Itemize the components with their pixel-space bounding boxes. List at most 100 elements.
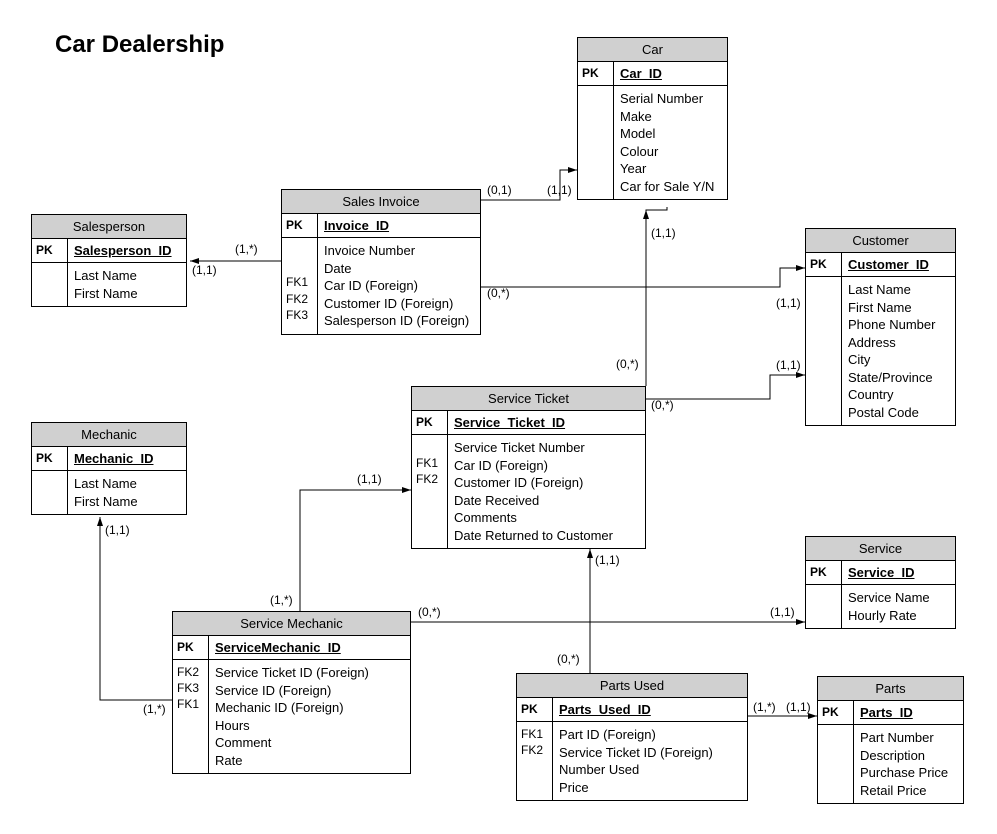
cardinality: (1,1) bbox=[547, 183, 572, 197]
attr: Service Ticket ID (Foreign) bbox=[215, 664, 404, 682]
attr: Retail Price bbox=[860, 782, 957, 800]
pk-label: PK bbox=[173, 636, 209, 659]
pk-label: PK bbox=[806, 561, 842, 584]
pk-field: ServiceMechanic_ID bbox=[209, 636, 410, 659]
attr: Description bbox=[860, 747, 957, 765]
fk-label: FK2 bbox=[416, 471, 443, 487]
attr: Colour bbox=[620, 143, 721, 161]
pk-label: PK bbox=[578, 62, 614, 85]
entity-header: Car bbox=[578, 38, 727, 62]
attr: Date Received bbox=[454, 492, 639, 510]
attr: Car for Sale Y/N bbox=[620, 178, 721, 196]
attr: Last Name bbox=[74, 267, 180, 285]
entity-parts: Parts PK Parts_ID Part Number Descriptio… bbox=[817, 676, 964, 804]
cardinality: (1,1) bbox=[770, 605, 795, 619]
pk-field: Parts_ID bbox=[854, 701, 963, 724]
cardinality: (1,1) bbox=[651, 226, 676, 240]
fk-label: FK1 bbox=[416, 455, 443, 471]
cardinality: (1,1) bbox=[786, 700, 811, 714]
attr: Date bbox=[324, 260, 474, 278]
entity-header: Customer bbox=[806, 229, 955, 253]
attr: Car ID (Foreign) bbox=[324, 277, 474, 295]
attr: Address bbox=[848, 334, 949, 352]
fk-label: FK2 bbox=[286, 291, 313, 307]
attr: Model bbox=[620, 125, 721, 143]
attr: Car ID (Foreign) bbox=[454, 457, 639, 475]
attr: Part ID (Foreign) bbox=[559, 726, 741, 744]
attr: Number Used bbox=[559, 761, 741, 779]
pk-label: PK bbox=[806, 253, 842, 276]
entity-header: Salesperson bbox=[32, 215, 186, 239]
attr: Phone Number bbox=[848, 316, 949, 334]
attr: Salesperson ID (Foreign) bbox=[324, 312, 474, 330]
pk-label: PK bbox=[818, 701, 854, 724]
attr: Make bbox=[620, 108, 721, 126]
pk-label: PK bbox=[282, 214, 318, 237]
entity-header: Service bbox=[806, 537, 955, 561]
pk-field: Service_ID bbox=[842, 561, 955, 584]
attr: First Name bbox=[848, 299, 949, 317]
entity-header: Service Mechanic bbox=[173, 612, 410, 636]
entity-sales-invoice: Sales Invoice PK Invoice_ID FK1 FK2 FK3 … bbox=[281, 189, 481, 335]
attr: Hourly Rate bbox=[848, 607, 949, 625]
attr: Price bbox=[559, 779, 741, 797]
entity-salesperson: Salesperson PK Salesperson_ID Last Name … bbox=[31, 214, 187, 307]
attr: Comments bbox=[454, 509, 639, 527]
attr: Mechanic ID (Foreign) bbox=[215, 699, 404, 717]
pk-field: Mechanic_ID bbox=[68, 447, 186, 470]
cardinality: (1,1) bbox=[776, 358, 801, 372]
attr: Part Number bbox=[860, 729, 957, 747]
attr: Purchase Price bbox=[860, 764, 957, 782]
cardinality: (1,*) bbox=[270, 593, 293, 607]
cardinality: (1,*) bbox=[235, 242, 258, 256]
pk-field: Invoice_ID bbox=[318, 214, 480, 237]
pk-label: PK bbox=[517, 698, 553, 721]
cardinality: (0,*) bbox=[418, 605, 441, 619]
attr: Service ID (Foreign) bbox=[215, 682, 404, 700]
pk-field: Customer_ID bbox=[842, 253, 955, 276]
attr: Date Returned to Customer bbox=[454, 527, 639, 545]
cardinality: (1,*) bbox=[143, 702, 166, 716]
attr: Service Ticket ID (Foreign) bbox=[559, 744, 741, 762]
fk-label: FK2 bbox=[177, 664, 204, 680]
cardinality: (1,1) bbox=[105, 523, 130, 537]
entity-header: Mechanic bbox=[32, 423, 186, 447]
diagram-title: Car Dealership bbox=[55, 31, 224, 59]
entity-header: Sales Invoice bbox=[282, 190, 480, 214]
cardinality: (1,1) bbox=[192, 263, 217, 277]
attr: Hours bbox=[215, 717, 404, 735]
attr: Comment bbox=[215, 734, 404, 752]
attr: Last Name bbox=[848, 281, 949, 299]
cardinality: (1,*) bbox=[753, 700, 776, 714]
fk-label: FK2 bbox=[521, 742, 548, 758]
attr: First Name bbox=[74, 493, 180, 511]
attr: Customer ID (Foreign) bbox=[454, 474, 639, 492]
attr: Country bbox=[848, 386, 949, 404]
cardinality: (0,1) bbox=[487, 183, 512, 197]
entity-service-mechanic: Service Mechanic PK ServiceMechanic_ID F… bbox=[172, 611, 411, 774]
attr: Invoice Number bbox=[324, 242, 474, 260]
pk-field: Salesperson_ID bbox=[68, 239, 186, 262]
attr: Rate bbox=[215, 752, 404, 770]
pk-label: PK bbox=[32, 447, 68, 470]
cardinality: (0,*) bbox=[557, 652, 580, 666]
entity-header: Parts bbox=[818, 677, 963, 701]
entity-car: Car PK Car_ID Serial Number Make Model C… bbox=[577, 37, 728, 200]
pk-label: PK bbox=[32, 239, 68, 262]
entity-customer: Customer PK Customer_ID Last Name First … bbox=[805, 228, 956, 426]
fk-label: FK3 bbox=[286, 307, 313, 323]
pk-label: PK bbox=[412, 411, 448, 434]
cardinality: (0,*) bbox=[651, 398, 674, 412]
attr: Year bbox=[620, 160, 721, 178]
attr: Customer ID (Foreign) bbox=[324, 295, 474, 313]
pk-field: Parts_Used_ID bbox=[553, 698, 747, 721]
cardinality: (1,1) bbox=[357, 472, 382, 486]
pk-field: Car_ID bbox=[614, 62, 727, 85]
cardinality: (1,1) bbox=[595, 553, 620, 567]
attr: City bbox=[848, 351, 949, 369]
fk-label: FK1 bbox=[521, 726, 548, 742]
fk-label: FK3 bbox=[177, 680, 204, 696]
attr: Service Ticket Number bbox=[454, 439, 639, 457]
pk-field: Service_Ticket_ID bbox=[448, 411, 645, 434]
entity-parts-used: Parts Used PK Parts_Used_ID FK1 FK2 Part… bbox=[516, 673, 748, 801]
